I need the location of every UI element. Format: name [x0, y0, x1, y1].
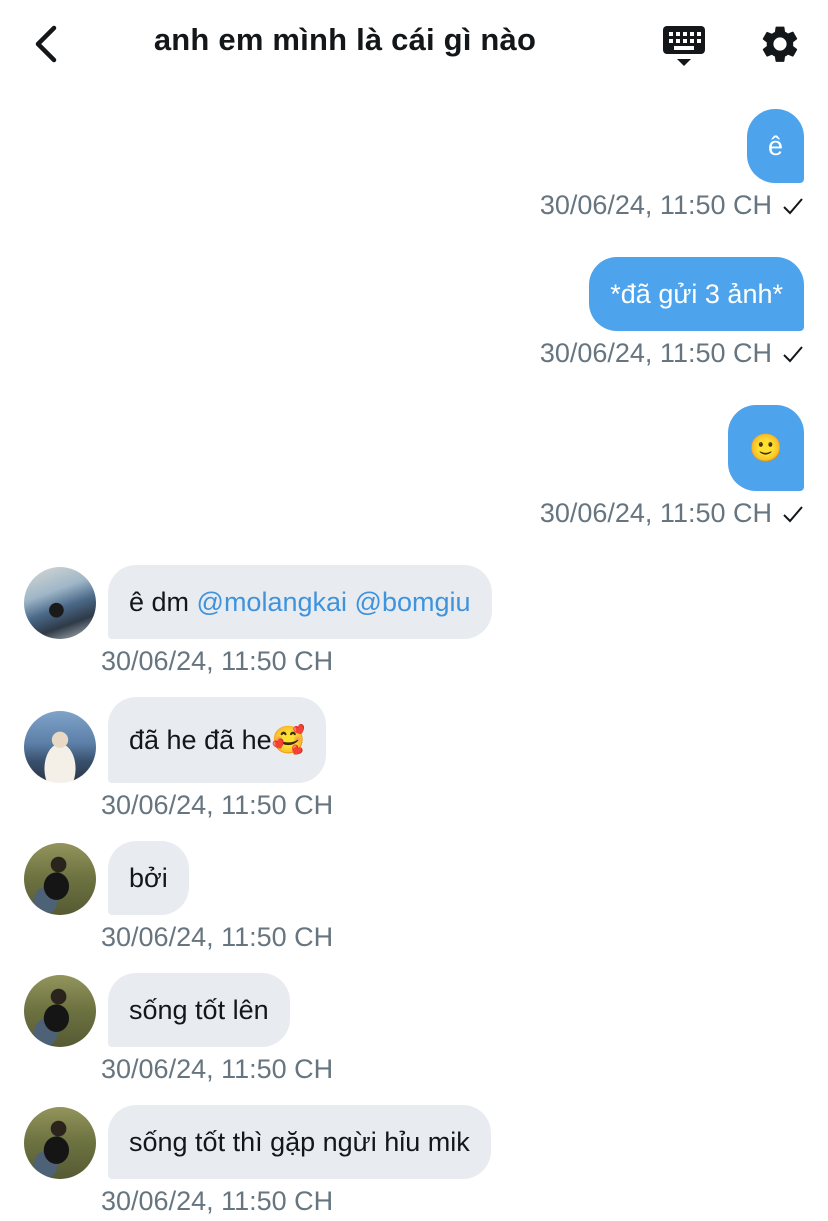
message-bubble-incoming[interactable]: đã he đã he🥰 [108, 697, 327, 783]
message-text: sống tốt thì gặp ngừi hỉu mik [129, 1127, 470, 1157]
avatar[interactable] [24, 843, 96, 915]
checkmark-icon [783, 345, 803, 362]
message-bubble-outgoing[interactable]: 🙂 [728, 405, 804, 491]
message-bubble-incoming[interactable]: sống tốt thì gặp ngừi hỉu mik [108, 1105, 491, 1179]
message-text: 🙂 [749, 433, 783, 463]
message-text: *đã gửi 3 ảnh* [610, 279, 783, 309]
message-bubble-incoming[interactable]: bởi [108, 841, 189, 915]
message-text-prefix: ê dm [129, 587, 197, 617]
message-text: ê dm @molangkai @bomgiu [129, 586, 471, 618]
mention-link[interactable]: @molangkai [197, 587, 347, 617]
message-text: sống tốt lên [129, 995, 269, 1025]
message-bubble-outgoing[interactable]: *đã gửi 3 ảnh* [589, 257, 804, 331]
timestamp-text: 30/06/24, 11:50 CH [539, 338, 772, 368]
avatar[interactable] [24, 975, 96, 1047]
message-timestamp: 30/06/24, 11:50 CH [540, 338, 804, 369]
message-bubble-incoming[interactable]: ê dm @molangkai @bomgiu [108, 565, 492, 639]
mention-link[interactable]: @bomgiu [355, 587, 471, 617]
message-timestamp: 30/06/24, 11:50 CH [101, 922, 334, 952]
timestamp-text: 30/06/24, 11:50 CH [539, 190, 772, 220]
chat-header: anh em mình là cái gì nào [0, 0, 828, 90]
avatar[interactable] [24, 1107, 96, 1179]
checkmark-icon [783, 197, 803, 214]
message-text: ê [767, 131, 783, 161]
message-timestamp: 30/06/24, 11:50 CH [540, 498, 804, 529]
avatar[interactable] [24, 567, 96, 639]
message-timestamp: 30/06/24, 11:50 CH [101, 1054, 334, 1084]
message-timestamp: 30/06/24, 11:50 CH [101, 1186, 334, 1216]
keyboard-icon[interactable] [660, 24, 708, 68]
message-bubble-outgoing[interactable]: ê [746, 109, 804, 183]
message-timestamp: 30/06/24, 11:50 CH [540, 190, 804, 221]
gear-icon[interactable] [758, 22, 802, 66]
timestamp-text: 30/06/24, 11:50 CH [539, 498, 772, 528]
message-timestamp: 30/06/24, 11:50 CH [101, 646, 334, 676]
checkmark-icon [783, 505, 803, 522]
message-timestamp: 30/06/24, 11:50 CH [101, 790, 334, 820]
message-text: đã he đã he🥰 [129, 725, 306, 755]
avatar[interactable] [24, 711, 96, 783]
message-text: bởi [129, 863, 168, 893]
message-bubble-incoming[interactable]: sống tốt lên [108, 973, 290, 1047]
chat-title: anh em mình là cái gì nào [153, 22, 537, 57]
